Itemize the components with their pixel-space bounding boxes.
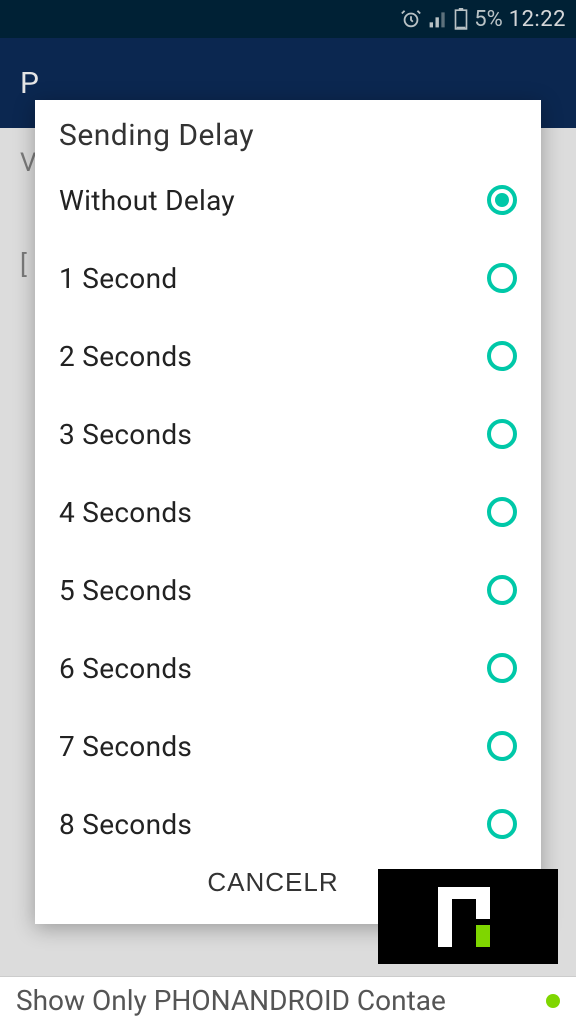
option-1-second[interactable]: 1 Second bbox=[59, 239, 517, 317]
option-label: 6 Seconds bbox=[59, 652, 192, 685]
option-label: 2 Seconds bbox=[59, 340, 192, 373]
radio-icon[interactable] bbox=[487, 497, 517, 527]
option-8-seconds[interactable]: 8 Seconds bbox=[59, 785, 517, 849]
bottom-banner-text: Show Only PHONANDROID Contae bbox=[16, 984, 446, 1017]
radio-icon[interactable] bbox=[487, 653, 517, 683]
option-label: 5 Seconds bbox=[59, 574, 192, 607]
option-3-seconds[interactable]: 3 Seconds bbox=[59, 395, 517, 473]
option-label: Without Delay bbox=[59, 184, 235, 217]
radio-icon[interactable] bbox=[487, 731, 517, 761]
option-6-seconds[interactable]: 6 Seconds bbox=[59, 629, 517, 707]
dialog-title: Sending Delay bbox=[35, 100, 541, 161]
sending-delay-dialog: Sending Delay Without Delay 1 Second 2 S… bbox=[35, 100, 541, 924]
option-2-seconds[interactable]: 2 Seconds bbox=[59, 317, 517, 395]
watermark-logo bbox=[378, 869, 558, 964]
option-without-delay[interactable]: Without Delay bbox=[59, 161, 517, 239]
option-label: 8 Seconds bbox=[59, 808, 192, 841]
phonandroid-logo-icon bbox=[438, 887, 498, 947]
dialog-options-list[interactable]: Without Delay 1 Second 2 Seconds 3 Secon… bbox=[35, 161, 541, 849]
option-label: 7 Seconds bbox=[59, 730, 192, 763]
cancel-button[interactable]: CANCELR bbox=[191, 857, 354, 908]
radio-icon[interactable] bbox=[487, 419, 517, 449]
radio-icon[interactable] bbox=[487, 809, 517, 839]
option-4-seconds[interactable]: 4 Seconds bbox=[59, 473, 517, 551]
option-5-seconds[interactable]: 5 Seconds bbox=[59, 551, 517, 629]
option-label: 1 Second bbox=[59, 262, 177, 295]
bottom-banner: Show Only PHONANDROID Contae bbox=[0, 976, 576, 1024]
radio-icon[interactable] bbox=[487, 263, 517, 293]
radio-icon[interactable] bbox=[487, 575, 517, 605]
radio-icon[interactable] bbox=[487, 185, 517, 215]
option-label: 3 Seconds bbox=[59, 418, 192, 451]
indicator-dot-icon bbox=[546, 994, 560, 1008]
option-label: 4 Seconds bbox=[59, 496, 192, 529]
option-7-seconds[interactable]: 7 Seconds bbox=[59, 707, 517, 785]
radio-icon[interactable] bbox=[487, 341, 517, 371]
